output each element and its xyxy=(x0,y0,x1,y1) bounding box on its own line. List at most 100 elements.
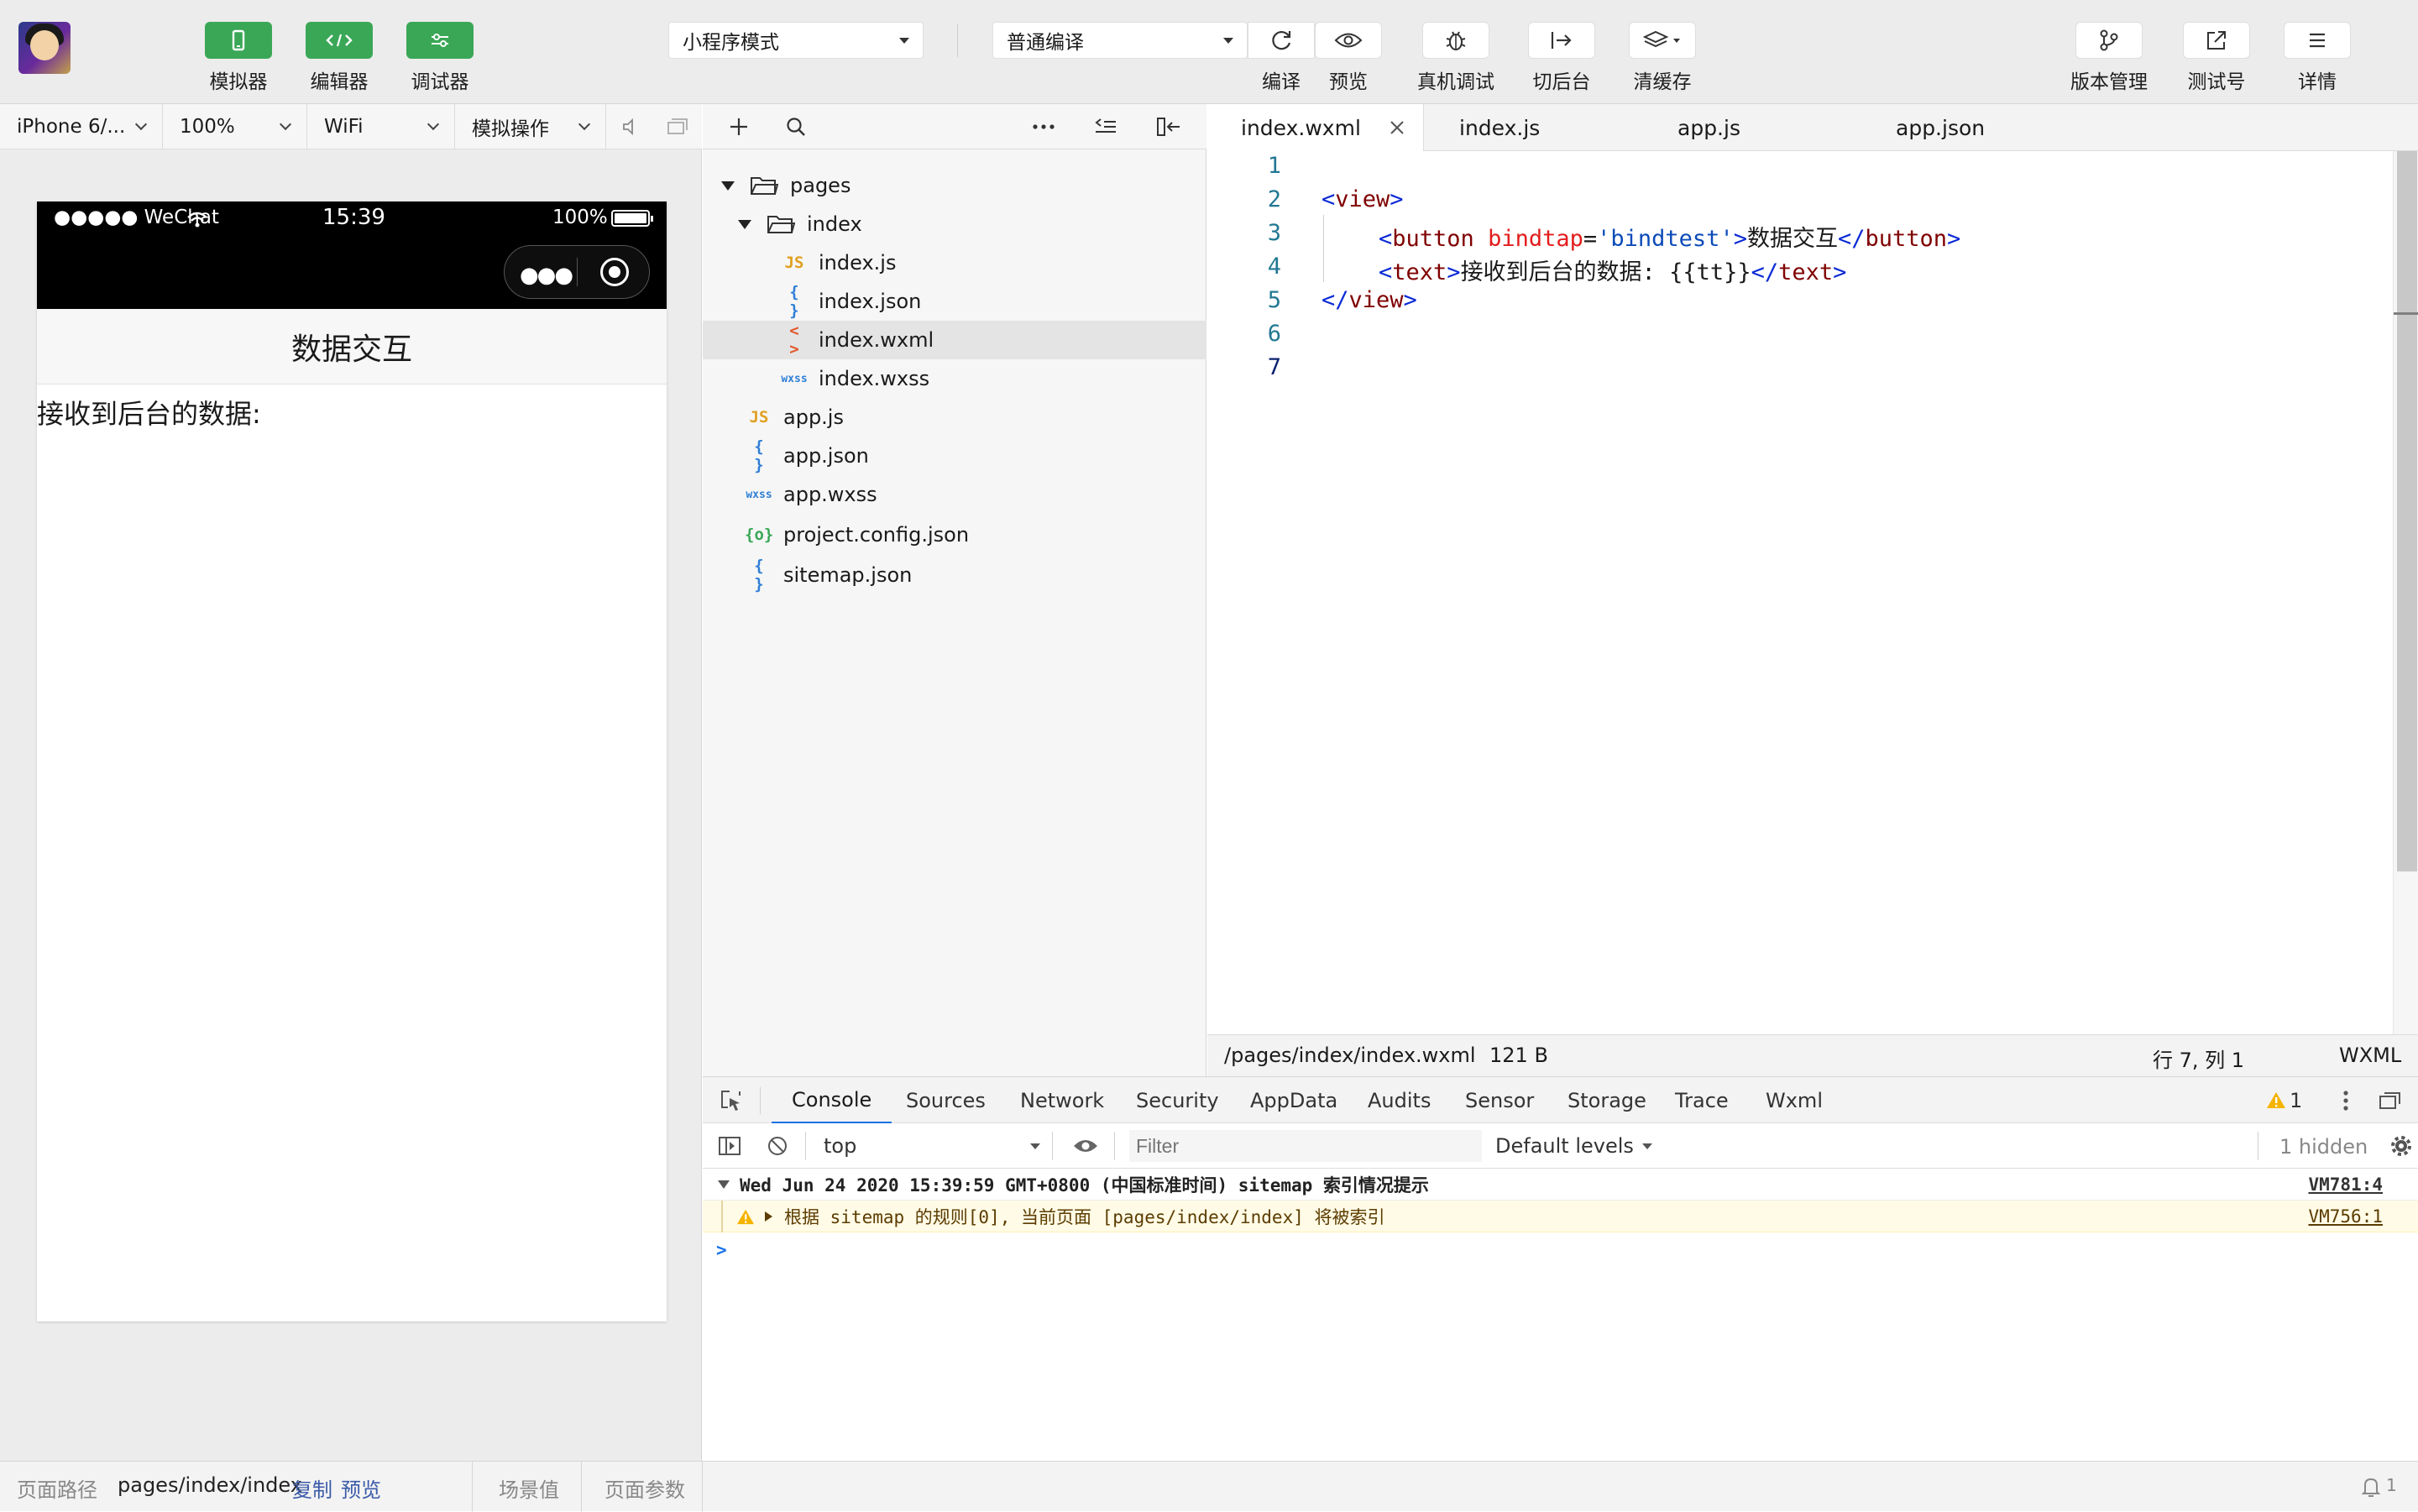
switch-background-button[interactable] xyxy=(1528,22,1595,59)
detach-window-icon[interactable] xyxy=(667,118,688,136)
console-group-row[interactable]: Wed Jun 24 2020 15:39:59 GMT+0800 (中国标准时… xyxy=(703,1169,2418,1201)
console-source-link[interactable]: VM756:1 xyxy=(2308,1206,2383,1227)
footer-divider xyxy=(702,1462,703,1512)
simulator-extra-controls xyxy=(606,104,702,149)
network-select-value: WiFi xyxy=(324,116,364,138)
test-account-button[interactable] xyxy=(2183,22,2250,59)
device-select[interactable]: iPhone 6/... xyxy=(0,104,163,149)
tab-index-js[interactable]: index.js xyxy=(1459,104,1540,151)
remote-debug-button[interactable] xyxy=(1422,22,1489,59)
switch-background-label: 切后台 xyxy=(1532,71,1591,93)
language-mode[interactable]: WXML xyxy=(2339,1044,2401,1067)
devtools-tab-appdata[interactable]: AppData xyxy=(1250,1077,1337,1124)
inspect-element-icon[interactable] xyxy=(720,1089,743,1112)
collapse-panel-icon[interactable] xyxy=(1156,116,1181,138)
console-warning-row[interactable]: 根据 sitemap 的规则[0], 当前页面 [pages/index/ind… xyxy=(703,1201,2418,1232)
close-icon[interactable] xyxy=(1389,119,1405,136)
tree-folder-index[interactable]: index xyxy=(703,205,1206,243)
page-params-button[interactable]: 页面参数 xyxy=(604,1473,685,1503)
debugger-label: 调试器 xyxy=(411,71,469,93)
preview-button[interactable] xyxy=(1315,22,1382,59)
tree-folder-pages[interactable]: pages xyxy=(703,166,1206,205)
toggle-sidebar-icon[interactable] xyxy=(718,1135,741,1157)
devtools-tab-wxml[interactable]: Wxml xyxy=(1766,1077,1823,1124)
context-select[interactable]: top xyxy=(820,1128,1044,1164)
clear-console-icon[interactable] xyxy=(767,1135,788,1157)
more-dots-icon[interactable]: ●●● xyxy=(520,263,573,288)
code-token: 'bindtest' xyxy=(1597,226,1734,252)
cursor-position[interactable]: 行 7, 列 1 xyxy=(2153,1044,2244,1073)
devtools-tab-sources[interactable]: Sources xyxy=(906,1077,986,1124)
code-token: text xyxy=(1392,259,1447,285)
zoom-select[interactable]: 100% xyxy=(163,104,307,149)
devtools-tab-sensor[interactable]: Sensor xyxy=(1465,1077,1534,1124)
more-horizontal-icon[interactable] xyxy=(1032,123,1055,131)
speaker-mute-icon[interactable] xyxy=(620,118,639,136)
settings-gear-icon[interactable] xyxy=(2389,1133,2414,1159)
code-line-2: <view> xyxy=(1322,186,1404,212)
phone-screen[interactable]: ●●●●● WeChat 15:39 100% ●●● 数据交互 接收到后台的数… xyxy=(37,201,667,1321)
clear-cache-button[interactable] xyxy=(1629,22,1696,59)
undock-icon[interactable] xyxy=(2379,1091,2402,1111)
devtools-tab-storage[interactable]: Storage xyxy=(1568,1077,1646,1124)
preview-path-link[interactable]: 预览 xyxy=(341,1473,381,1503)
compile-mode-select[interactable]: 普通编译 xyxy=(992,22,1248,59)
tree-file-sitemap[interactable]: { } sitemap.json xyxy=(703,556,1206,594)
tree-file-index-json[interactable]: { } index.json xyxy=(703,282,1206,321)
devtools-tab-audits[interactable]: Audits xyxy=(1368,1077,1431,1124)
simulator-panel: ●●●●● WeChat 15:39 100% ●●● 数据交互 接收到后台的数… xyxy=(0,149,702,1461)
details-button[interactable] xyxy=(2284,22,2351,59)
devtools-tab-console[interactable]: Console xyxy=(772,1077,892,1124)
tree-file-index-wxml[interactable]: < > index.wxml xyxy=(703,321,1206,359)
console-prompt-row[interactable]: > xyxy=(703,1234,2418,1266)
tree-file-app-json[interactable]: { } app.json xyxy=(703,437,1206,475)
network-select[interactable]: WiFi xyxy=(307,104,455,149)
add-file-icon[interactable] xyxy=(728,116,750,138)
live-expression-eye-icon[interactable] xyxy=(1072,1137,1099,1155)
scene-value-button[interactable]: 场景值 xyxy=(499,1473,559,1503)
close-circle-icon[interactable] xyxy=(600,258,629,286)
simulator-toggle-button[interactable] xyxy=(205,22,272,59)
tab-index-wxml[interactable]: index.wxml xyxy=(1207,104,1424,151)
log-levels-select[interactable]: Default levels xyxy=(1495,1130,1652,1162)
compile-button[interactable] xyxy=(1248,22,1315,59)
more-vertical-icon[interactable] xyxy=(2342,1089,2350,1112)
folder-open-icon xyxy=(767,216,795,233)
devtools-tab-security[interactable]: Security xyxy=(1136,1077,1219,1124)
notification-bell-icon[interactable] xyxy=(2361,1475,2381,1499)
simulate-operation-select[interactable]: 模拟操作 xyxy=(455,104,606,149)
toolbar-divider xyxy=(1052,1132,1053,1160)
tree-file-index-js[interactable]: JS index.js xyxy=(703,243,1206,282)
top-toolbar: 模拟器 编辑器 调试器 小程序模式 普通编译 编译 预览 真机调试 切后台 清缓… xyxy=(0,0,2418,104)
devtools-tab-network[interactable]: Network xyxy=(1020,1077,1104,1124)
tree-file-app-wxss[interactable]: wxss app.wxss xyxy=(703,475,1206,514)
collapse-all-icon[interactable] xyxy=(1094,116,1117,138)
editor-scrollbar-track[interactable] xyxy=(2393,151,2418,1034)
console-source-link[interactable]: VM781:4 xyxy=(2308,1175,2383,1195)
preview-label: 预览 xyxy=(1329,71,1368,93)
tab-app-json[interactable]: app.json xyxy=(1896,104,1985,151)
code-editor[interactable]: 1 2 3 4 5 6 7 <view> <button bindtap='bi… xyxy=(1207,151,2418,1034)
tab-label: AppData xyxy=(1250,1089,1338,1112)
js-file-icon: JS xyxy=(784,254,804,272)
tree-file-index-wxss[interactable]: wxss index.wxss xyxy=(703,359,1206,398)
caret-right-icon[interactable] xyxy=(765,1211,772,1222)
copy-path-link[interactable]: 复制 xyxy=(292,1473,332,1503)
warning-icon[interactable] xyxy=(2266,1091,2286,1109)
tree-file-app-js[interactable]: JS app.js xyxy=(703,398,1206,437)
tab-app-js[interactable]: app.js xyxy=(1677,104,1740,151)
battery-percent: 100% xyxy=(552,207,608,228)
user-avatar[interactable] xyxy=(18,22,71,74)
editor-toggle-button[interactable] xyxy=(306,22,373,59)
debugger-toggle-button[interactable] xyxy=(406,22,474,59)
tree-file-project-config[interactable]: {o} project.config.json xyxy=(703,515,1206,554)
console-filter-input[interactable] xyxy=(1129,1130,1482,1162)
devtools-tab-trace[interactable]: Trace xyxy=(1675,1077,1729,1124)
mode-select[interactable]: 小程序模式 xyxy=(668,22,924,59)
scrollbar-marker xyxy=(2394,312,2418,315)
editor-scrollbar-thumb[interactable] xyxy=(2397,151,2417,871)
chevron-down-icon xyxy=(134,118,148,131)
version-control-button[interactable] xyxy=(2075,22,2143,59)
search-icon[interactable] xyxy=(785,116,807,138)
details-label: 详情 xyxy=(2298,71,2337,93)
